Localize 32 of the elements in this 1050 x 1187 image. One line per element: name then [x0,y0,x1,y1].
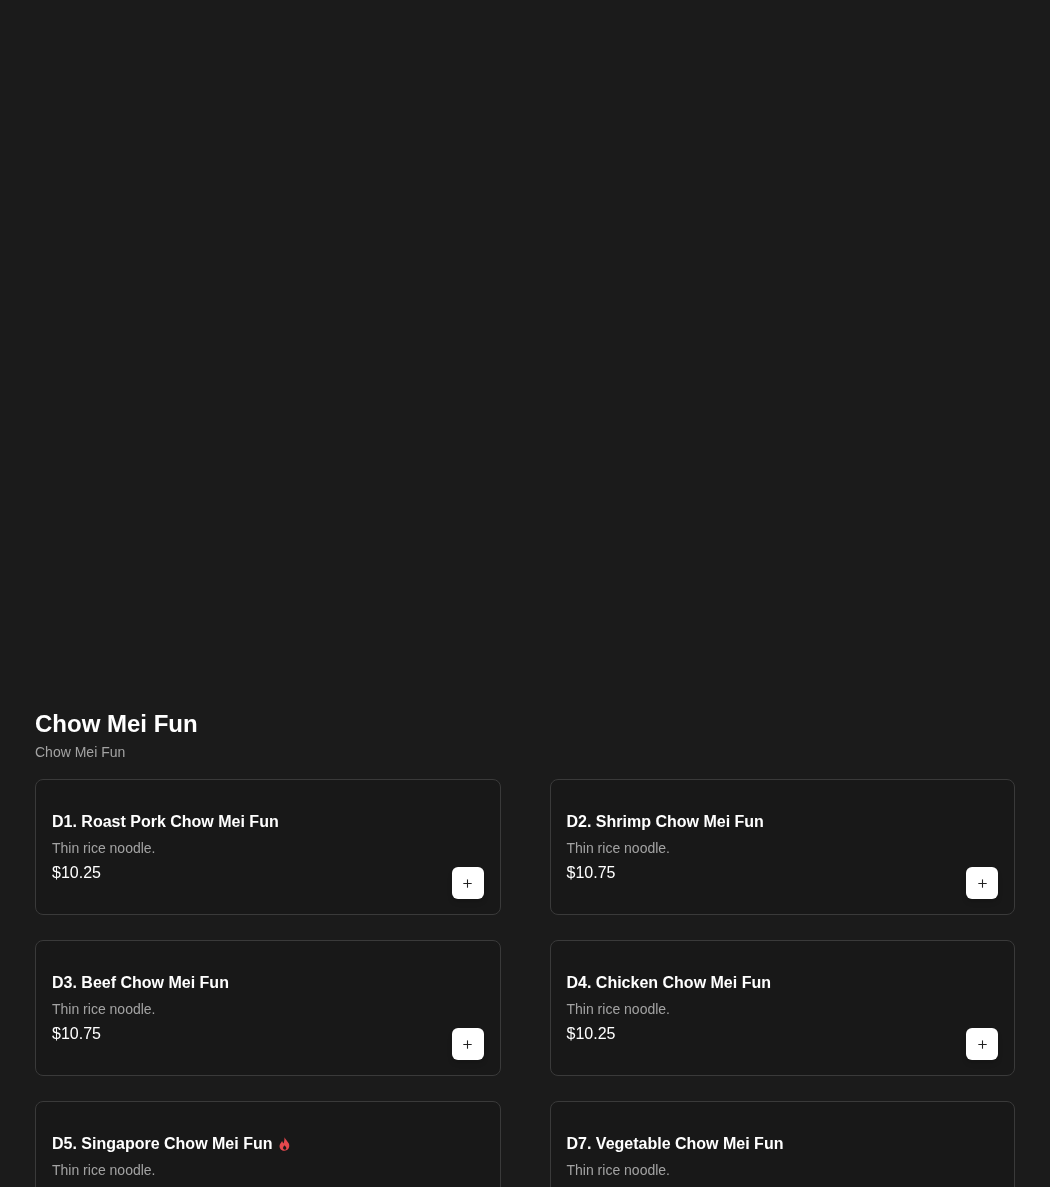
item-description: Thin rice noodle. [566,1161,670,1180]
menu-item-card[interactable]: D5. Singapore Chow Mei Fun Thin rice noodle. [35,1101,501,1187]
plus-icon [461,876,474,890]
item-name: D3. Beef Chow Mei Fun [52,973,229,993]
section-title: Chow Mei Fun [35,709,198,739]
add-button[interactable] [451,867,484,899]
item-description: Thin rice noodle. [52,1161,156,1180]
add-button[interactable] [966,867,998,899]
plus-icon [975,876,989,890]
item-description: Thin rice noodle. [566,839,670,858]
item-description: Thin rice noodle. [52,839,156,858]
item-description: Thin rice noodle. [566,1000,670,1019]
section-subtitle: Chow Mei Fun [35,743,126,762]
menu-item-card[interactable]: D2. Shrimp Chow Mei Fun Thin rice noodle. $10.75 [549,779,1015,915]
plus-icon [461,1037,474,1051]
add-button[interactable] [966,1028,998,1060]
item-price: $10.25 [52,863,101,883]
menu-item-card[interactable]: D3. Beef Chow Mei Fun Thin rice noodle. $10.75 [35,940,501,1076]
item-name: D4. Chicken Chow Mei Fun [566,973,771,993]
menu-item-card[interactable]: D4. Chicken Chow Mei Fun Thin rice noodle. $10.25 [549,940,1015,1076]
item-price: $10.25 [566,1024,616,1044]
menu-item-card[interactable]: D7. Vegetable Chow Mei Fun Thin rice noodle. [549,1101,1015,1187]
item-name: D7. Vegetable Chow Mei Fun [566,1134,784,1154]
item-price: $10.75 [52,1024,101,1044]
item-description: Thin rice noodle. [52,1000,156,1019]
menu-item-card[interactable]: D1. Roast Pork Chow Mei Fun Thin rice noodle. $10.25 [35,779,501,915]
item-name: D1. Roast Pork Chow Mei Fun [52,812,279,832]
plus-icon [975,1037,989,1051]
item-name: D5. Singapore Chow Mei Fun [52,1134,273,1154]
item-price: $10.75 [566,863,616,883]
item-name: D2. Shrimp Chow Mei Fun [566,812,764,832]
add-button[interactable] [451,1028,484,1060]
